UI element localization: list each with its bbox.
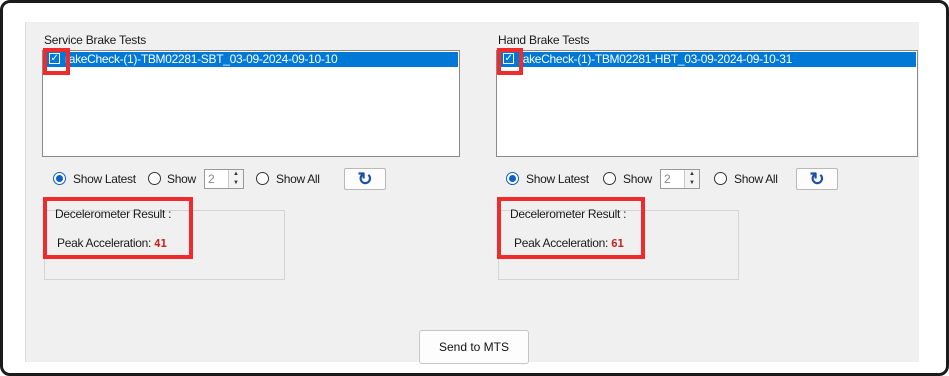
service-show-radio[interactable] bbox=[148, 172, 161, 185]
hand-show-all-label[interactable]: Show All bbox=[734, 172, 778, 186]
service-show-all-radio[interactable] bbox=[256, 172, 269, 185]
hand-brake-tests-label: Hand Brake Tests bbox=[498, 33, 590, 47]
hand-show-radio[interactable] bbox=[603, 172, 616, 185]
service-result-highlight bbox=[43, 197, 193, 259]
hand-brake-tests-list[interactable]: ✓ rakeCheck-(1)-TBM02281-HBT_03-09-2024-… bbox=[496, 50, 918, 157]
service-show-latest-label[interactable]: Show Latest bbox=[73, 172, 136, 186]
hand-filter-row: Show Latest Show 2 ▲ ▼ Show All ↻ bbox=[496, 168, 856, 190]
hand-show-label[interactable]: Show bbox=[623, 172, 652, 186]
refresh-icon: ↻ bbox=[357, 169, 373, 189]
service-test-item-label: rakeCheck-(1)-TBM02281-SBT_03-09-2024-09… bbox=[65, 52, 338, 66]
hand-count-value[interactable]: 2 bbox=[664, 172, 671, 186]
service-brake-tests-list[interactable]: ✓ rakeCheck-(1)-TBM02281-SBT_03-09-2024-… bbox=[42, 50, 460, 157]
service-show-label[interactable]: Show bbox=[167, 172, 196, 186]
send-to-mts-button[interactable]: Send to MTS bbox=[419, 330, 529, 364]
hand-show-all-radio[interactable] bbox=[714, 172, 727, 185]
service-count-value[interactable]: 2 bbox=[208, 172, 215, 186]
service-brake-tests-label: Service Brake Tests bbox=[44, 33, 147, 47]
hand-count-stepper[interactable]: 2 ▲ ▼ bbox=[660, 169, 700, 189]
hand-refresh-button[interactable]: ↻ bbox=[796, 168, 838, 190]
hand-checkbox-highlight bbox=[497, 48, 523, 75]
service-checkbox-highlight bbox=[43, 48, 70, 75]
service-show-all-label[interactable]: Show All bbox=[276, 172, 320, 186]
service-show-latest-radio[interactable] bbox=[53, 172, 66, 185]
hand-test-item-label: rakeCheck-(1)-TBM02281-HBT_03-09-2024-09… bbox=[519, 52, 792, 66]
refresh-icon: ↻ bbox=[809, 169, 825, 189]
hand-show-latest-label[interactable]: Show Latest bbox=[526, 172, 589, 186]
hand-result-highlight bbox=[497, 197, 645, 259]
stepper-arrows-icon[interactable]: ▲ ▼ bbox=[228, 170, 243, 188]
service-count-stepper[interactable]: 2 ▲ ▼ bbox=[204, 169, 244, 189]
stepper-arrows-icon[interactable]: ▲ ▼ bbox=[684, 170, 699, 188]
service-test-list-item[interactable]: ✓ rakeCheck-(1)-TBM02281-SBT_03-09-2024-… bbox=[44, 52, 458, 67]
hand-show-latest-radio[interactable] bbox=[506, 172, 519, 185]
service-filter-row: Show Latest Show 2 ▲ ▼ Show All ↻ bbox=[42, 168, 402, 190]
service-refresh-button[interactable]: ↻ bbox=[344, 168, 386, 190]
hand-test-list-item[interactable]: ✓ rakeCheck-(1)-TBM02281-HBT_03-09-2024-… bbox=[498, 52, 916, 67]
